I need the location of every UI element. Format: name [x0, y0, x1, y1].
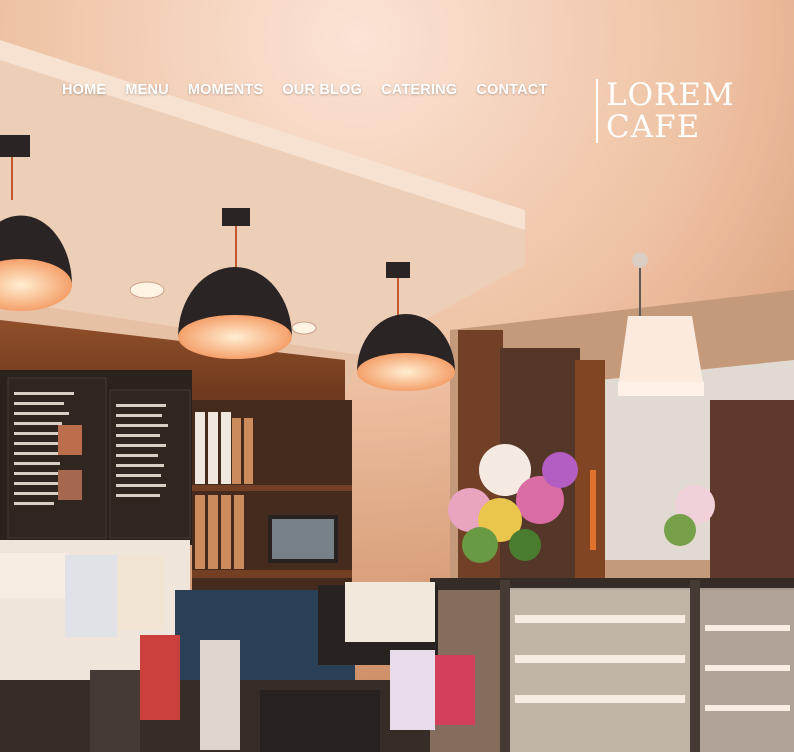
logo-line-1: LOREM: [606, 77, 735, 113]
nav-catering-link[interactable]: CATERING: [381, 82, 457, 98]
hero-photo: HOME MENU MOMENTS OUR BLOG CATERING CONT…: [0, 0, 794, 752]
nav-home-link[interactable]: HOME: [62, 82, 106, 98]
main-nav: HOME MENU MOMENTS OUR BLOG CATERING CONT…: [62, 82, 567, 98]
site-logo[interactable]: LOREM CAFE: [596, 79, 735, 143]
nav-moments-link[interactable]: MOMENTS: [188, 82, 264, 98]
nav-our-blog-link[interactable]: OUR BLOG: [282, 82, 362, 98]
logo-line-2: CAFE: [606, 109, 701, 145]
nav-menu-link[interactable]: MENU: [125, 82, 169, 98]
nav-contact-link[interactable]: CONTACT: [476, 82, 547, 98]
